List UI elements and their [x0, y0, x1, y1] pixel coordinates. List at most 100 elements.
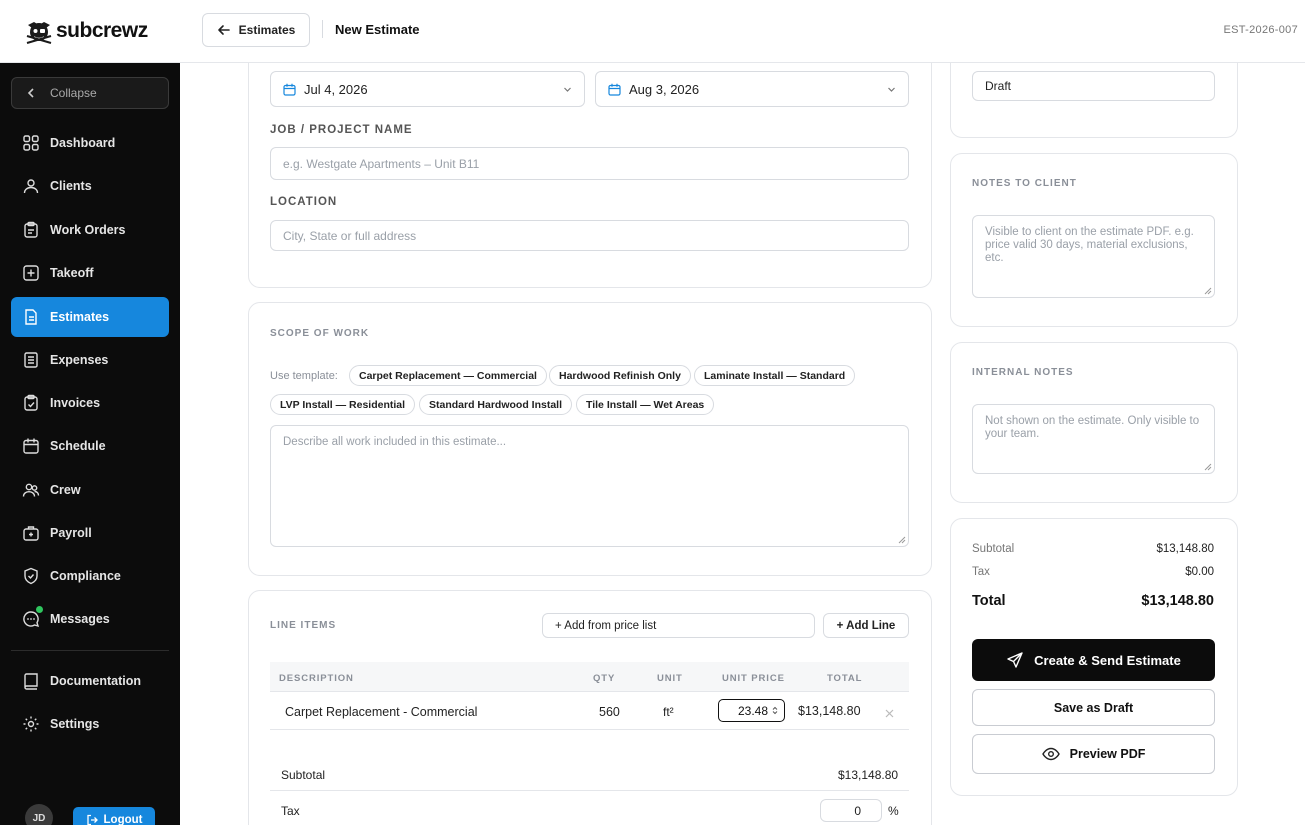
template-chip-tile-wet-areas[interactable]: Tile Install — Wet Areas [576, 394, 715, 415]
chevron-down-icon [564, 87, 571, 92]
briefcase-icon [23, 526, 39, 541]
preview-pdf-label: Preview PDF [1069, 747, 1146, 761]
start-date-picker[interactable]: Jul 4, 2026 [270, 71, 585, 107]
summary-tax-label: Tax [972, 566, 990, 578]
logout-button[interactable]: Logout [73, 807, 155, 825]
sidebar-item-label: Documentation [50, 674, 141, 688]
template-chip-carpet-commercial[interactable]: Carpet Replacement — Commercial [349, 365, 547, 386]
create-send-label: Create & Send Estimate [1034, 652, 1181, 668]
sidebar-item-payroll[interactable]: Payroll [11, 513, 169, 553]
back-to-estimates-button[interactable]: Estimates [202, 13, 310, 47]
sidebar-item-estimates[interactable]: Estimates [11, 297, 169, 337]
job-name-input[interactable]: e.g. Westgate Apartments – Unit B11 [270, 147, 909, 180]
table-row: Carpet Replacement - Commercial 560 ft² … [270, 692, 909, 730]
scope-of-work-card: SCOPE OF WORK Use template: Carpet Repla… [248, 302, 932, 576]
line-unit[interactable]: ft² [663, 705, 674, 719]
invoice-icon [24, 394, 38, 411]
scope-textarea[interactable]: Describe all work included in this estim… [270, 425, 909, 547]
col-unit: UNIT [657, 673, 683, 684]
tax-rate-input[interactable]: 0 [820, 799, 882, 822]
save-draft-button[interactable]: Save as Draft [972, 689, 1215, 726]
sidebar-item-schedule[interactable]: Schedule [11, 426, 169, 466]
collapse-button[interactable]: Collapse [11, 77, 169, 109]
sidebar-item-compliance[interactable]: Compliance [11, 556, 169, 596]
line-qty[interactable]: 560 [599, 705, 620, 719]
end-date-picker[interactable]: Aug 3, 2026 [595, 71, 909, 107]
estimate-details-card: Jul 4, 2026 Aug 3, 2026 JOB / PROJECT NA… [248, 40, 932, 288]
notes-to-client-card: NOTES TO CLIENT Visible to client on the… [950, 153, 1238, 327]
template-chip-hardwood-refinish[interactable]: Hardwood Refinish Only [549, 365, 691, 386]
resize-handle-icon[interactable] [898, 536, 906, 544]
clipboard-icon [24, 221, 38, 238]
create-send-estimate-button[interactable]: Create & Send Estimate [972, 639, 1215, 681]
arrow-left-icon [217, 25, 230, 35]
summary-subtotal-label: Subtotal [972, 543, 1015, 555]
plus-square-icon [23, 265, 39, 281]
status-value: Draft [985, 79, 1012, 93]
sidebar-divider [11, 650, 169, 651]
summary-card: Subtotal $13,148.80 Tax $0.00 Total $13,… [950, 518, 1238, 796]
resize-handle-icon[interactable] [1204, 463, 1212, 471]
unread-indicator [36, 606, 43, 613]
template-chip-standard-hardwood[interactable]: Standard Hardwood Install [419, 394, 573, 415]
chevron-down-icon [888, 87, 895, 92]
sidebar-item-dashboard[interactable]: Dashboard [11, 123, 169, 163]
sidebar-item-label: Crew [50, 483, 81, 497]
document-icon [25, 309, 37, 325]
logout-icon [86, 814, 98, 825]
remove-line-icon[interactable] [885, 709, 894, 718]
sidebar-item-label: Messages [50, 612, 110, 626]
job-name-label: JOB / PROJECT NAME [270, 124, 413, 136]
sidebar-item-crew[interactable]: Crew [11, 470, 169, 510]
tax-label: Tax [281, 804, 300, 818]
location-label: LOCATION [270, 196, 338, 208]
tax-rate-value: 0 [854, 803, 861, 818]
sidebar-item-documentation[interactable]: Documentation [11, 661, 169, 701]
sidebar-item-label: Invoices [50, 396, 101, 410]
resize-handle-icon[interactable] [1204, 287, 1212, 295]
notes-client-textarea[interactable]: Visible to client on the estimate PDF. e… [972, 215, 1215, 298]
save-draft-label: Save as Draft [1053, 700, 1134, 715]
crew-icon [22, 483, 40, 497]
internal-notes-placeholder: Not shown on the estimate. Only visible … [985, 415, 1200, 440]
send-icon [1007, 652, 1023, 668]
line-items-card: LINE ITEMS + Add from price list + Add L… [248, 590, 932, 825]
sidebar-item-label: Expenses [50, 353, 109, 367]
location-input[interactable]: City, State or full address [270, 220, 909, 251]
sidebar-item-messages[interactable]: Messages [11, 599, 169, 639]
status-select[interactable]: Draft [972, 71, 1215, 101]
summary-total-value: $13,148.80 [1141, 593, 1214, 609]
stepper-icon[interactable] [772, 706, 778, 715]
top-bar: subcrewz Estimates New Estimate EST-2026… [0, 0, 1305, 63]
col-qty: QTY [593, 673, 616, 684]
subtotal-divider [270, 790, 909, 791]
col-description: DESCRIPTION [279, 673, 354, 684]
sidebar-item-expenses[interactable]: Expenses [11, 340, 169, 380]
preview-pdf-button[interactable]: Preview PDF [972, 734, 1215, 774]
notes-client-title: NOTES TO CLIENT [972, 178, 1077, 189]
back-button-label: Estimates [238, 23, 296, 37]
add-from-price-list-input[interactable]: + Add from price list [542, 613, 815, 638]
location-placeholder: City, State or full address [283, 228, 417, 243]
internal-notes-card: INTERNAL NOTES Not shown on the estimate… [950, 342, 1238, 503]
brand-logo[interactable]: subcrewz [24, 16, 148, 46]
sidebar-item-label: Estimates [50, 310, 110, 324]
sidebar-item-clients[interactable]: Clients [11, 166, 169, 206]
book-icon [24, 673, 38, 690]
internal-notes-textarea[interactable]: Not shown on the estimate. Only visible … [972, 404, 1215, 474]
col-unit-price: UNIT PRICE [722, 673, 785, 684]
template-chip-lvp-residential[interactable]: LVP Install — Residential [270, 394, 416, 415]
sidebar-item-label: Compliance [50, 569, 121, 583]
add-line-button[interactable]: + Add Line [823, 613, 909, 638]
shield-icon [24, 567, 38, 585]
template-chip-laminate-standard[interactable]: Laminate Install — Standard [694, 365, 856, 386]
unit-price-input[interactable]: 23.48 [718, 699, 785, 722]
sidebar-item-takeoff[interactable]: Takeoff [11, 253, 169, 293]
sidebar-item-label: Payroll [50, 526, 92, 540]
line-description[interactable]: Carpet Replacement - Commercial [285, 705, 477, 719]
sidebar-item-work-orders[interactable]: Work Orders [11, 210, 169, 250]
receipt-icon [24, 352, 38, 368]
sidebar-item-invoices[interactable]: Invoices [11, 383, 169, 423]
sidebar-item-settings[interactable]: Settings [11, 704, 169, 744]
user-avatar[interactable]: JD [25, 804, 53, 825]
